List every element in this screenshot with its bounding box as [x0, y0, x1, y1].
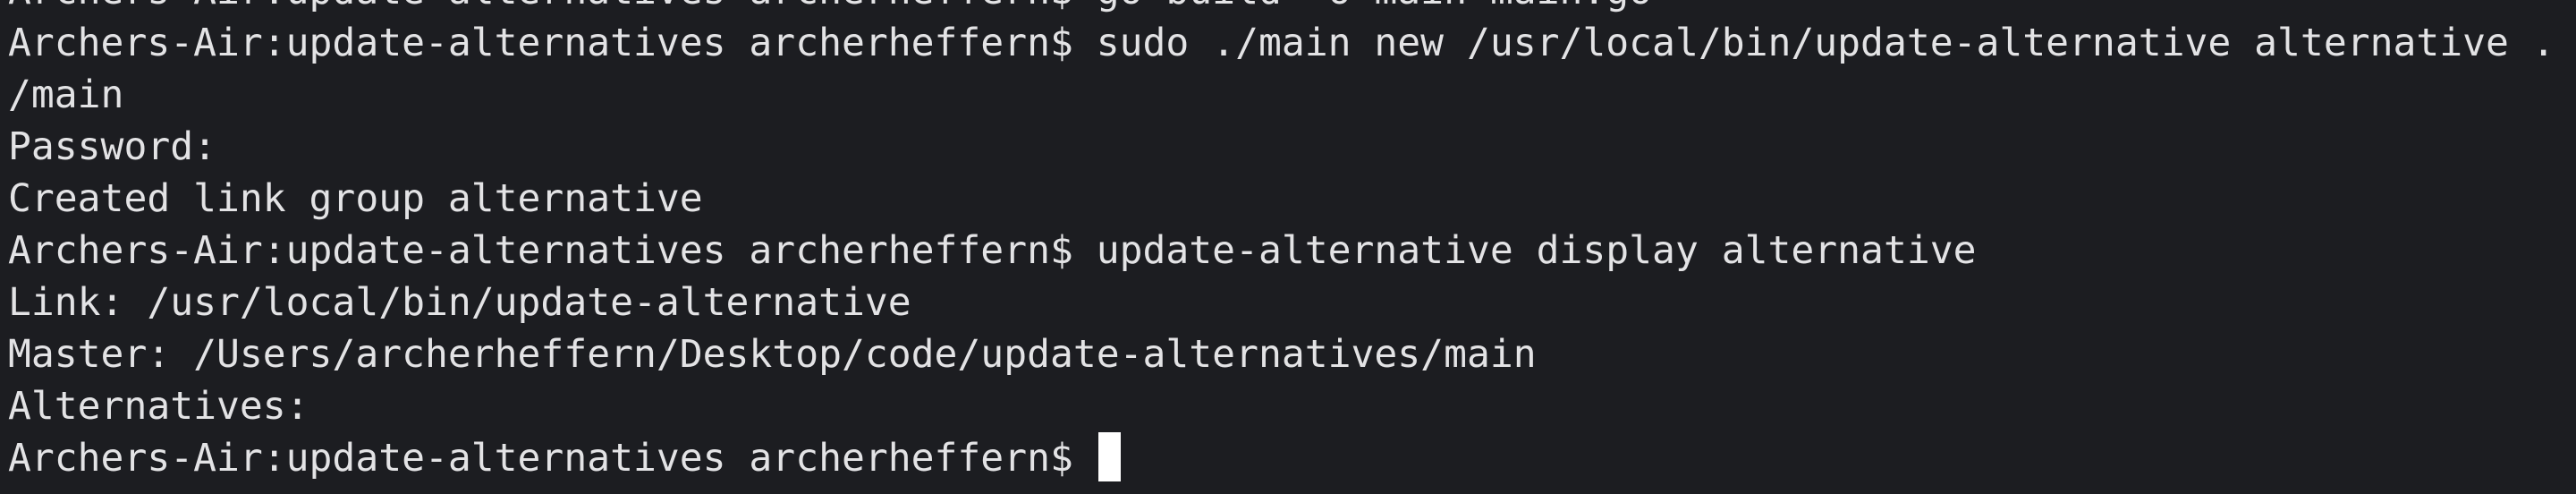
terminal-line-password: Password: — [8, 124, 216, 169]
terminal-line-alternatives: Alternatives: — [8, 384, 309, 429]
terminal-line-sudo-command: Archers-Air:update-alternatives archerhe… — [8, 21, 2555, 65]
terminal-line-link: Link: /usr/local/bin/update-alternative — [8, 280, 911, 325]
terminal-line-created: Created link group alternative — [8, 176, 703, 221]
terminal-window[interactable]: Archers-Air:update-alternatives archerhe… — [0, 0, 2576, 494]
terminal-prompt-line[interactable]: Archers-Air:update-alternatives archerhe… — [8, 432, 2576, 484]
terminal-line-display-command: Archers-Air:update-alternatives archerhe… — [8, 228, 1977, 273]
terminal-cursor — [1097, 432, 1121, 481]
terminal-prompt: Archers-Air:update-alternatives archerhe… — [8, 436, 1097, 481]
terminal-line-master: Master: /Users/archerheffern/Desktop/cod… — [8, 332, 1537, 377]
terminal-line-wrap: /main — [8, 72, 124, 117]
terminal-line-partial: Archers-Air:update-alternatives archerhe… — [8, 0, 2576, 17]
